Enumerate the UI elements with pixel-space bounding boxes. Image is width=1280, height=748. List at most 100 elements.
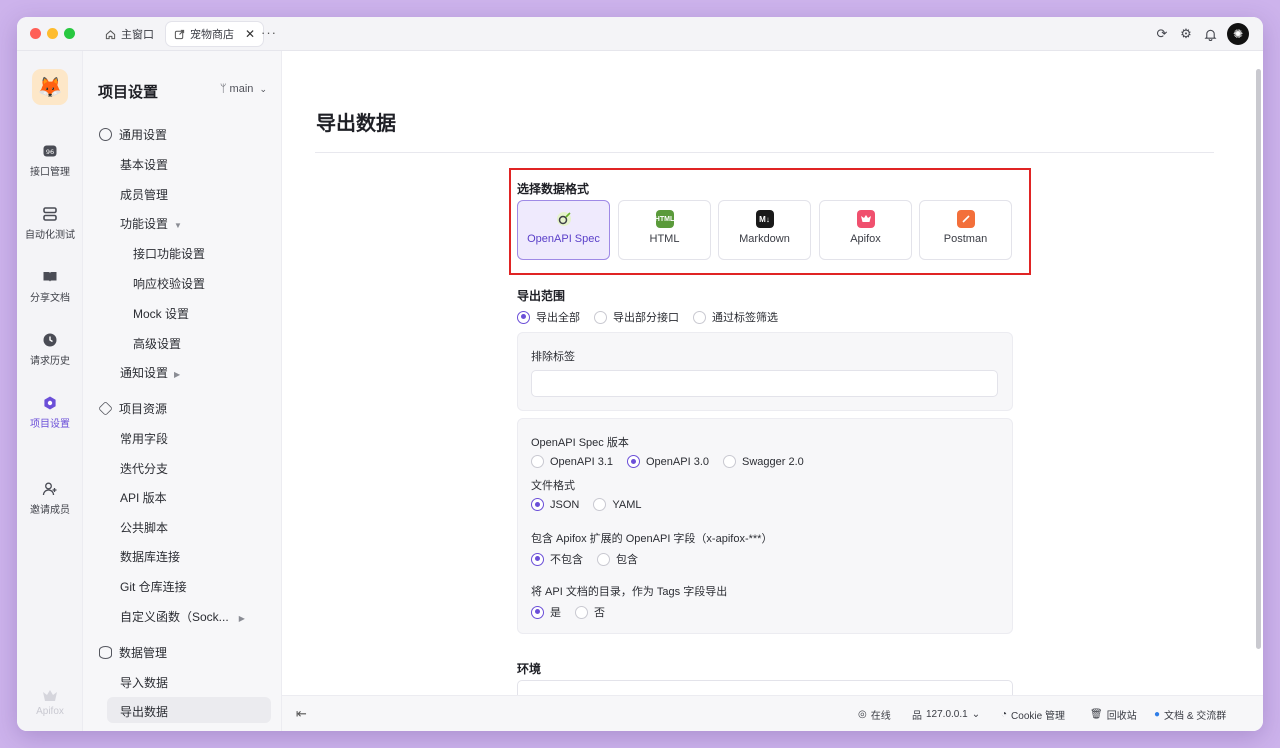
sidebar-group-data[interactable]: 数据管理 [99, 644, 167, 661]
host-selector[interactable]: 品 127.0.0.1 ⌄ [912, 707, 980, 722]
sidebar-item-sprint[interactable]: 迭代分支 [120, 460, 168, 477]
format-card-label: Apifox [850, 233, 881, 245]
file-format-radio-yaml[interactable]: YAML [593, 498, 641, 511]
tags-export-radio-no[interactable]: 否 [575, 604, 605, 620]
sidebar-item-api-version[interactable]: API 版本 [120, 489, 167, 506]
collapse-sidebar-icon[interactable]: ⇤ [296, 706, 307, 722]
sidebar-item-features[interactable]: 功能设置 ▼ [120, 215, 182, 232]
scope-label: 导出范围 [517, 289, 566, 303]
avatar[interactable]: ✺ [1227, 23, 1249, 45]
exclude-tags-input[interactable] [531, 370, 998, 397]
sidebar-item-custom-func[interactable]: 自定义函数（Sock... ▶ [120, 608, 245, 625]
maximize-window-button[interactable] [64, 28, 75, 39]
spec-radio-3-1[interactable]: OpenAPI 3.1 [531, 455, 613, 468]
close-tab-icon[interactable]: ✕ [245, 27, 255, 41]
sidebar-item-api-features[interactable]: 接口功能设置 [133, 245, 205, 262]
cookie-manager-button[interactable]: ◔ Cookie 管理 [1001, 707, 1065, 722]
radio-unchecked-icon [593, 498, 607, 511]
settings-sidebar: 项目设置 ᛘ main ⌄ 通用设置 基本设置 成员管理 功能设置 ▼ 接口功能设… [83, 51, 282, 731]
html-icon: HTML [655, 210, 674, 228]
scope-radio-tags[interactable]: 通过标签筛选 [693, 309, 778, 325]
file-format-radio-group: JSON YAML [531, 498, 641, 511]
refresh-icon[interactable]: ⟳ [1155, 26, 1169, 41]
format-card-postman[interactable]: Postman [919, 200, 1012, 260]
sidebar-group-resources[interactable]: 项目资源 [98, 400, 167, 417]
title-bar: 主窗口 宠物商店 ✕ ··· ⟳ ⚙ ✺ [17, 17, 1263, 51]
sidebar-item-members[interactable]: 成员管理 [120, 186, 168, 203]
spec-radio-3-0[interactable]: OpenAPI 3.0 [627, 455, 709, 468]
radio-checked-icon [531, 605, 544, 619]
sidebar-item-git[interactable]: Git 仓库连接 [120, 578, 187, 595]
radio-unchecked-icon [597, 552, 610, 566]
format-card-html[interactable]: HTML HTML [618, 200, 711, 260]
minimize-window-button[interactable] [47, 28, 58, 39]
scope-radio-group: 导出全部 导出部分接口 通过标签筛选 [517, 309, 778, 325]
sidebar-item-import[interactable]: 导入数据 [120, 674, 168, 691]
rail-item-api-management[interactable]: 96 接口管理 [17, 143, 83, 178]
sidebar-item-mock[interactable]: Mock 设置 [133, 305, 189, 322]
clock-icon [43, 333, 57, 347]
file-format-radio-json[interactable]: JSON [531, 498, 579, 511]
tab-pet-store[interactable]: 宠物商店 ✕ [166, 22, 264, 46]
branch-selector[interactable]: ᛘ main ⌄ [220, 83, 267, 95]
tab-main-window[interactable]: 主窗口 [97, 22, 162, 46]
bell-icon[interactable] [1203, 27, 1217, 41]
sidebar-item-advanced[interactable]: 高级设置 [133, 335, 181, 352]
main-scrollbar[interactable] [1256, 69, 1261, 649]
gear-icon [99, 128, 112, 141]
tab-label: 宠物商店 [190, 29, 234, 41]
caret-down-icon: ▼ [174, 221, 182, 230]
cookie-icon: ◔ [1001, 709, 1008, 720]
rail-item-invite-members[interactable]: 邀请成员 [17, 481, 83, 516]
sidebar-item-db[interactable]: 数据库连接 [120, 548, 180, 565]
add-user-icon [42, 482, 57, 496]
format-card-label: Markdown [739, 233, 790, 245]
automation-icon [43, 207, 57, 221]
apifox-icon [856, 210, 875, 228]
extension-radio-include[interactable]: 包含 [597, 551, 638, 567]
trash-button[interactable]: 🗑 回收站 [1090, 707, 1137, 722]
tags-export-radio-group: 是 否 [531, 604, 605, 620]
chevron-down-icon: ⌄ [259, 84, 267, 94]
radio-unchecked-icon [693, 310, 706, 324]
sidebar-item-scripts[interactable]: 公共脚本 [120, 519, 168, 536]
rail-item-project-settings[interactable]: 项目设置 [17, 395, 83, 430]
sidebar-item-fields[interactable]: 常用字段 [120, 430, 168, 447]
sidebar-item-basic[interactable]: 基本设置 [120, 156, 168, 173]
format-card-markdown[interactable]: M↓ Markdown [718, 200, 811, 260]
network-icon: 品 [912, 711, 922, 722]
app-window: 主窗口 宠物商店 ✕ ··· ⟳ ⚙ ✺ 🦊 96 接口管理 自动化测试 分享文… [17, 17, 1263, 731]
caret-right-icon: ▶ [238, 614, 245, 623]
file-format-label: 文件格式 [531, 480, 575, 492]
gear-icon[interactable]: ⚙ [1179, 26, 1193, 41]
project-logo[interactable]: 🦊 [32, 69, 68, 105]
spec-radio-swagger[interactable]: Swagger 2.0 [723, 455, 804, 468]
rail-item-share-docs[interactable]: 分享文档 [17, 269, 83, 304]
scope-radio-partial[interactable]: 导出部分接口 [594, 309, 679, 325]
format-card-openapi[interactable]: OpenAPI Spec [517, 200, 610, 260]
radio-checked-icon [531, 552, 544, 566]
rail-item-history[interactable]: 请求历史 [17, 332, 83, 367]
left-rail: 🦊 96 接口管理 自动化测试 分享文档 请求历史 项目设置 邀请成员 Apif… [17, 51, 83, 731]
extension-radio-exclude[interactable]: 不包含 [531, 551, 583, 567]
sidebar-item-export[interactable]: 导出数据 [120, 703, 168, 720]
sidebar-group-general[interactable]: 通用设置 [99, 126, 167, 143]
sidebar-item-response-validation[interactable]: 响应校验设置 [133, 275, 205, 292]
settings-hexagon-icon [44, 396, 56, 410]
format-card-apifox[interactable]: Apifox [819, 200, 912, 260]
close-window-button[interactable] [30, 28, 41, 39]
spec-version-label: OpenAPI Spec 版本 [531, 437, 629, 449]
tags-export-radio-yes[interactable]: 是 [531, 604, 561, 620]
chat-icon: ● [1154, 709, 1161, 720]
page-title: 导出数据 [316, 113, 396, 135]
exclude-tags-label: 排除标签 [531, 351, 575, 363]
more-tabs-button[interactable]: ··· [261, 25, 277, 40]
online-status[interactable]: ◎ 在线 [858, 707, 891, 722]
docs-community-button[interactable]: ● 文档 & 交流群 [1154, 707, 1226, 722]
openapi-icon [555, 210, 573, 228]
check-circle-icon: ◎ [858, 709, 867, 720]
sidebar-item-notify[interactable]: 通知设置 ▶ [120, 364, 180, 381]
rail-item-automation[interactable]: 自动化测试 [17, 206, 83, 241]
spec-version-radio-group: OpenAPI 3.1 OpenAPI 3.0 Swagger 2.0 [531, 455, 804, 468]
scope-radio-all[interactable]: 导出全部 [517, 309, 580, 325]
